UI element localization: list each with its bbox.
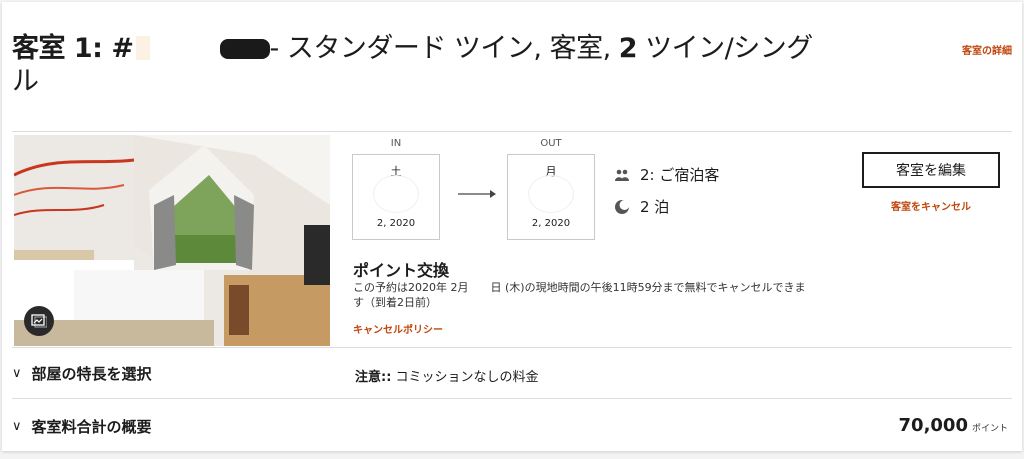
guest-count-text: 2: ご宿泊客 [640,166,720,184]
rate-note: 注意:: コミッションなしの料金 [355,366,539,385]
total-points-unit: ポイント [971,424,1008,434]
room-bed-count: 2 [618,33,638,64]
redacted-region [219,39,270,59]
divider [12,131,1012,132]
total-points: 70,000 ポイント [899,415,1008,436]
checkin-year: 2, 2020 [376,218,416,229]
policy-line-1: この予約は2020年 2月 日 (木)の現地時間の午後11時59分まで無料でキャ… [353,281,806,294]
divider [12,347,1012,348]
total-points-value: 70,000 [898,415,968,436]
cancellation-policy-text: この予約は2020年 2月 日 (木)の現地時間の午後11時59分まで無料でキャ… [353,280,843,310]
rate-note-text: コミッションなしの料金 [391,370,539,385]
moon-icon [615,199,630,214]
room-card: 客室 1: # - スタンダード ツイン, 客室, 2 ツイン/シング ル 客室の… [2,2,1022,451]
cancel-room-link[interactable]: 客室をキャンセル [862,198,1000,213]
redacted-date [373,175,419,213]
redacted-date [528,175,574,213]
rate-heading: ポイント交換 [353,261,450,280]
arrow-right-icon [458,190,496,198]
checkin-label: IN [390,138,402,149]
room-title: 客室 1: # - スタンダード ツイン, 客室, 2 ツイン/シング ル [12,32,842,98]
policy-line-2: す（到着2日前） [353,296,437,309]
room-number-label: 客室 1: # [12,33,134,64]
room-photo-image [14,135,330,346]
room-type-text: - スタンダード ツイン, 客室, [269,33,619,64]
edit-room-button[interactable]: 客室を編集 [862,152,1000,188]
night-count: 2 泊 [614,196,669,217]
rate-summary-toggle[interactable]: ∨ 客室料合計の概要 [12,416,152,437]
checkout-date-box: 月 2, 2020 [507,154,595,240]
rate-summary-label: 客室料合計の概要 [31,418,152,436]
divider [12,398,1012,399]
night-count-text: 2 泊 [640,198,670,216]
people-icon [615,169,629,181]
room-photo[interactable] [14,135,330,346]
guest-count: 2: ご宿泊客 [614,164,719,185]
rate-note-label: 注意:: [355,370,392,385]
redacted-region [135,36,150,60]
checkout-year: 2, 2020 [531,218,571,229]
select-features-toggle[interactable]: ∨ 部屋の特長を選択 [12,363,152,384]
room-title-continuation: ル [12,66,39,97]
checkin-date-box: 土 2, 2020 [352,154,440,240]
photo-gallery-button[interactable] [24,306,54,336]
room-details-link[interactable]: 客室の詳細 [962,42,1012,57]
gallery-icon [31,314,47,328]
checkout-label: OUT [540,138,562,149]
cancellation-policy-link[interactable]: キャンセルポリシー [353,321,443,336]
chevron-down-icon: ∨ [12,366,22,381]
select-features-label: 部屋の特長を選択 [31,365,152,383]
room-bed-type: ツイン/シング [637,33,813,64]
chevron-down-icon: ∨ [12,419,22,434]
